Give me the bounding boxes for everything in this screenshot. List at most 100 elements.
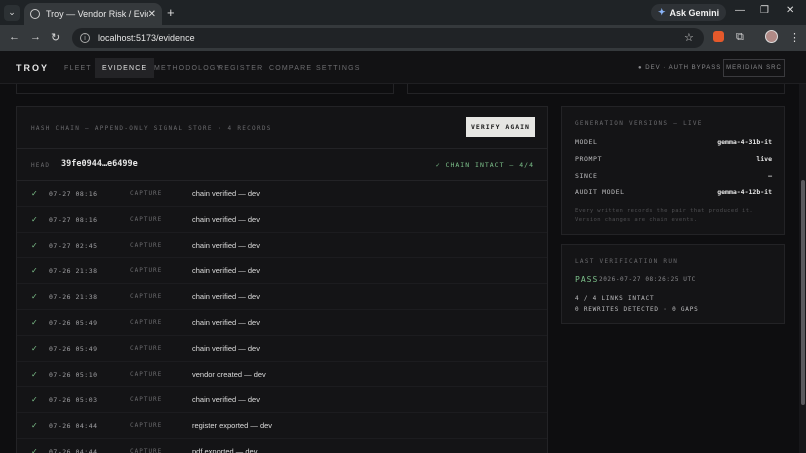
- check-icon: ✓: [31, 240, 38, 250]
- check-icon: ✓: [31, 421, 38, 431]
- record-message: chain verified — dev: [192, 240, 260, 250]
- nav-settings[interactable]: SETTINGS: [309, 58, 368, 78]
- since-value: —: [768, 172, 772, 180]
- chain-record-row[interactable]: ✓ 07-27 08:16 CAPTURE chain verified — dev: [17, 181, 547, 207]
- chain-rows: ✓ 07-27 08:16 CAPTURE chain verified — dev ✓…: [17, 181, 547, 453]
- extension-icon[interactable]: [713, 31, 724, 42]
- record-time: 07-26 04:44: [49, 447, 98, 453]
- record-message: register exported — dev: [192, 421, 273, 431]
- record-time: 07-27 08:16: [49, 215, 98, 224]
- record-kind: CAPTURE: [130, 215, 163, 223]
- brand-logo[interactable]: TROY: [16, 63, 49, 73]
- nav-evidence[interactable]: EVIDENCE: [95, 58, 155, 78]
- generation-note: Every written records the pair that prod…: [575, 208, 754, 223]
- since-row: SINCE —: [575, 172, 772, 184]
- browser-tab[interactable]: Troy — Vendor Risk / Evidence ✕: [24, 3, 162, 25]
- check-icon: ✓: [31, 189, 38, 198]
- record-kind: CAPTURE: [130, 241, 163, 249]
- new-tab-icon[interactable]: +: [167, 5, 175, 20]
- check-icon: ✓: [31, 292, 38, 302]
- verification-panel: LAST VERIFICATION RUN PASS 2026-07-27 08…: [561, 244, 785, 324]
- verification-title: LAST VERIFICATION RUN: [575, 258, 679, 265]
- generation-versions-panel: GENERATION VERSIONS — LIVE MODEL gemma-4…: [561, 106, 785, 235]
- url-text: localhost:5173/evidence: [98, 33, 195, 43]
- chain-title: HASH CHAIN — APPEND-ONLY SIGNAL STORE · …: [31, 125, 272, 132]
- chain-record-row[interactable]: ✓ 07-27 08:16 CAPTURE chain verified — dev: [17, 207, 547, 233]
- check-icon: ✓: [31, 214, 38, 224]
- check-icon: ✓: [31, 395, 38, 405]
- prompt-value: live: [756, 155, 772, 163]
- chain-record-row[interactable]: ✓ 07-26 05:10 CAPTURE vendor created — dev: [17, 362, 547, 388]
- record-time: 07-26 04:44: [49, 422, 98, 431]
- browser-toolbar: ← → ↻ i localhost:5173/evidence ☆ ⧉ ⋮: [0, 25, 806, 51]
- browser-tabbar: ⌄ Troy — Vendor Risk / Evidence ✕ + ✦ As…: [0, 0, 806, 25]
- chain-record-row[interactable]: ✓ 07-26 05:03 CAPTURE chain verified — dev: [17, 387, 547, 414]
- address-bar[interactable]: i localhost:5173/evidence: [72, 28, 704, 48]
- links-intact-stat: 4 / 4 LINKS INTACT: [575, 295, 655, 302]
- minimize-icon[interactable]: —: [735, 5, 745, 16]
- chain-header: HASH CHAIN — APPEND-ONLY SIGNAL STORE · …: [17, 107, 547, 149]
- chain-record-row[interactable]: ✓ 07-26 05:49 CAPTURE chain verified — dev: [17, 336, 547, 362]
- extensions-icon[interactable]: ⧉: [736, 31, 744, 44]
- audit-model-value: gemma-4-12b-it: [717, 188, 772, 196]
- generation-title: GENERATION VERSIONS — LIVE: [575, 120, 703, 127]
- scrollbar-thumb[interactable]: [801, 180, 805, 405]
- record-kind: CAPTURE: [130, 447, 163, 453]
- record-kind: CAPTURE: [130, 318, 163, 326]
- record-message: chain verified — dev: [192, 395, 260, 405]
- record-kind: CAPTURE: [130, 396, 163, 404]
- record-kind: CAPTURE: [130, 344, 163, 352]
- record-message: chain verified — dev: [192, 317, 260, 327]
- restore-icon[interactable]: ❐: [760, 5, 769, 16]
- check-icon: ✓: [31, 317, 38, 327]
- bookmark-star-icon[interactable]: ☆: [684, 31, 694, 44]
- chain-intact-status: ✓ CHAIN INTACT — 4/4: [435, 161, 534, 169]
- record-message: chain verified — dev: [192, 266, 260, 276]
- chain-record-row[interactable]: ✓ 07-26 04:44 CAPTURE pdf exported — dev: [17, 439, 547, 453]
- audit-model-label: AUDIT MODEL: [575, 188, 625, 196]
- record-message: chain verified — dev: [192, 292, 260, 302]
- verification-result: PASS: [575, 275, 599, 284]
- prompt-label: PROMPT: [575, 155, 603, 163]
- app-nav: TROY FLEET EVIDENCE METHODOLOGY REGISTER…: [0, 51, 806, 84]
- site-info-icon[interactable]: i: [80, 33, 90, 43]
- record-time: 07-26 21:38: [49, 293, 98, 302]
- verification-timestamp: 2026-07-27 08:26:25 UTC: [599, 276, 696, 283]
- record-time: 07-26 05:10: [49, 370, 98, 379]
- model-row: MODEL gemma-4-31b-it: [575, 138, 772, 150]
- close-icon[interactable]: ✕: [148, 9, 156, 20]
- tab-search-icon[interactable]: ⌄: [4, 4, 20, 21]
- record-message: pdf exported — dev: [192, 446, 258, 453]
- avatar[interactable]: [765, 30, 778, 43]
- record-kind: CAPTURE: [130, 422, 163, 430]
- audit-model-row: AUDIT MODEL gemma-4-12b-it: [575, 188, 772, 200]
- record-time: 07-26 21:38: [49, 267, 98, 276]
- gemini-spark-icon: ✦: [658, 7, 666, 17]
- reload-icon[interactable]: ↻: [51, 31, 60, 44]
- record-message: vendor created — dev: [192, 369, 266, 379]
- head-hash: 39fe0944…e6499e: [61, 159, 138, 169]
- env-badge: ● DEV · AUTH BYPASS: [638, 65, 722, 71]
- chain-record-row[interactable]: ✓ 07-26 05:49 CAPTURE chain verified — dev: [17, 310, 547, 336]
- window-close-icon[interactable]: ✕: [786, 5, 794, 16]
- record-kind: CAPTURE: [130, 370, 163, 378]
- back-icon[interactable]: ←: [9, 31, 20, 43]
- record-time: 07-26 05:49: [49, 344, 98, 353]
- record-kind: CAPTURE: [130, 190, 163, 197]
- nav-fleet[interactable]: FLEET: [57, 58, 99, 78]
- ask-gemini-button[interactable]: ✦ Ask Gemini: [651, 4, 727, 21]
- hash-chain-panel: HASH CHAIN — APPEND-ONLY SIGNAL STORE · …: [16, 106, 548, 453]
- chain-record-row[interactable]: ✓ 07-26 21:38 CAPTURE chain verified — dev: [17, 258, 547, 285]
- chain-record-row[interactable]: ✓ 07-26 04:44 CAPTURE register exported — d…: [17, 413, 547, 439]
- meridian-src-button[interactable]: MERIDIAN SRC: [723, 59, 785, 77]
- kebab-menu-icon[interactable]: ⋮: [789, 31, 800, 44]
- forward-icon[interactable]: →: [30, 31, 41, 43]
- chain-record-row[interactable]: ✓ 07-26 21:38 CAPTURE chain verified — dev: [17, 284, 547, 310]
- verify-again-button[interactable]: VERIFY AGAIN: [466, 117, 535, 137]
- check-icon: ✓: [31, 266, 38, 276]
- card-stub: [407, 84, 785, 94]
- record-time: 07-27 08:16: [49, 190, 98, 198]
- record-time: 07-27 02:45: [49, 241, 98, 250]
- model-value: gemma-4-31b-it: [717, 138, 772, 146]
- chain-record-row[interactable]: ✓ 07-27 02:45 CAPTURE chain verified — dev: [17, 233, 547, 259]
